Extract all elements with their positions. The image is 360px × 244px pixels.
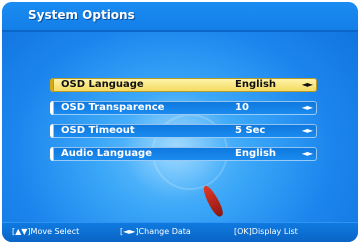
menu-item-audio-language[interactable]: Audio Language English ◄► bbox=[50, 147, 317, 161]
menu-item-osd-transparence[interactable]: OSD Transparence 10 ◄► bbox=[50, 101, 317, 115]
hint-change-data: [◄►]Change Data bbox=[120, 227, 191, 236]
menu-item-label: OSD Timeout bbox=[61, 125, 135, 136]
left-right-arrows-icon[interactable]: ◄► bbox=[302, 101, 313, 115]
header-bar: System Options bbox=[2, 2, 358, 32]
system-options-panel: System Options OSD Language English ◄► O… bbox=[2, 2, 358, 242]
menu-item-label: OSD Language bbox=[61, 79, 144, 90]
left-right-arrows-icon[interactable]: ◄► bbox=[302, 147, 313, 161]
menu-item-osd-language[interactable]: OSD Language English ◄► bbox=[50, 78, 317, 92]
hint-move-select: [▲▼]Move Select bbox=[12, 227, 80, 236]
menu-item-value: 10 bbox=[235, 102, 249, 113]
menu-item-value: 5 Sec bbox=[235, 125, 266, 136]
page-title: System Options bbox=[28, 8, 135, 22]
menu-item-value: English bbox=[235, 148, 277, 159]
menu-item-label: OSD Transparence bbox=[61, 102, 165, 113]
footer-hint-bar: [▲▼]Move Select [◄►]Change Data [OK]Disp… bbox=[2, 222, 358, 242]
menu-item-osd-timeout[interactable]: OSD Timeout 5 Sec ◄► bbox=[50, 124, 317, 138]
left-right-arrows-icon[interactable]: ◄► bbox=[302, 124, 313, 138]
menu-item-label: Audio Language bbox=[61, 148, 153, 159]
left-right-arrows-icon[interactable]: ◄► bbox=[302, 78, 313, 92]
menu-item-value: English bbox=[235, 79, 277, 90]
tv-screen: System Options OSD Language English ◄► O… bbox=[0, 0, 360, 244]
hint-display-list: [OK]Display List bbox=[234, 227, 298, 236]
background-brush-icon bbox=[200, 183, 226, 219]
